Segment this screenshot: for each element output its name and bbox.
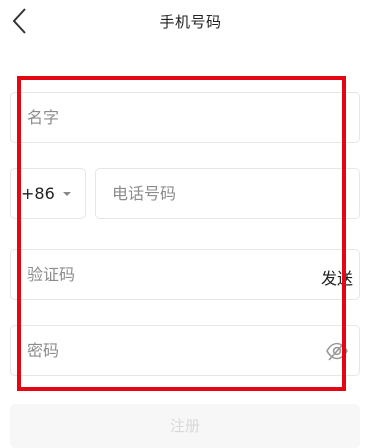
password-input[interactable] [11, 326, 359, 375]
country-code-value: +86 [21, 184, 55, 203]
caret-down-icon [63, 192, 71, 196]
header-bar: 手机号码 [0, 0, 381, 44]
password-visibility-toggle[interactable] [325, 340, 349, 362]
verification-code-input[interactable] [11, 250, 359, 299]
register-button[interactable]: 注册 [10, 404, 360, 448]
password-field-container [10, 325, 360, 376]
phone-input[interactable] [96, 169, 359, 218]
name-field-container [10, 92, 360, 143]
page-title: 手机号码 [159, 13, 222, 31]
send-code-button[interactable]: 发送 [321, 265, 353, 289]
phone-field-container [95, 168, 360, 219]
verification-code-field-container: 发送 [10, 249, 360, 300]
name-input[interactable] [11, 93, 359, 142]
eye-off-icon [326, 341, 348, 361]
country-code-selector[interactable]: +86 [10, 168, 86, 219]
